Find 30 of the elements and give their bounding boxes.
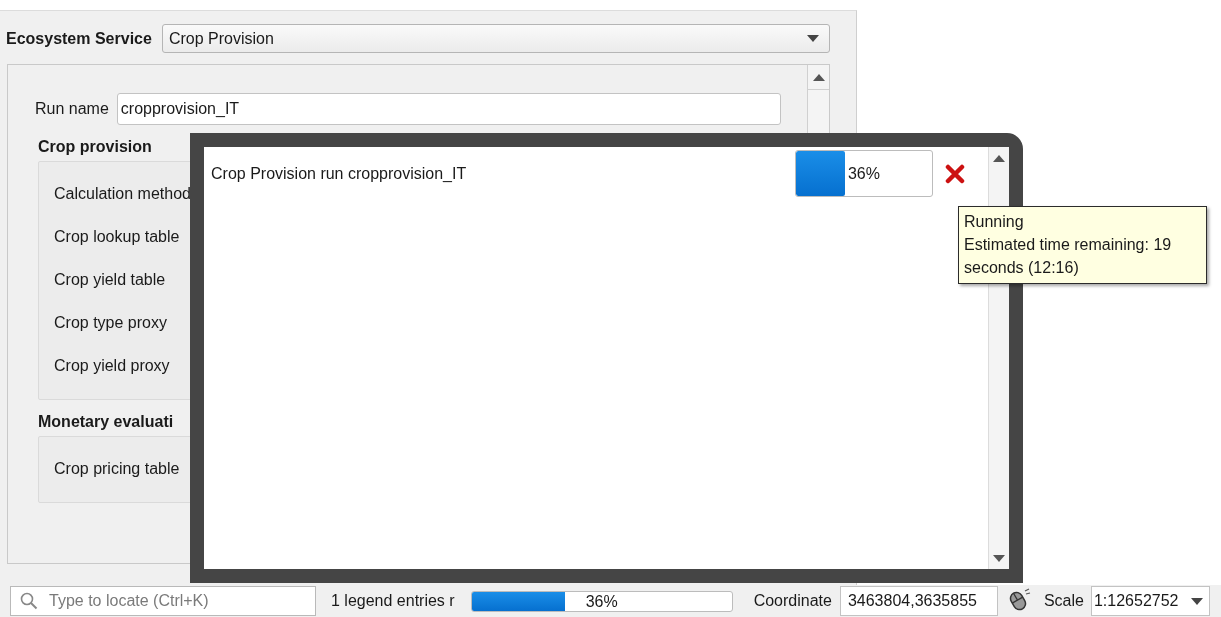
field-label: Crop pricing table (54, 459, 180, 478)
coordinate-label: Coordinate (753, 592, 832, 610)
search-icon (20, 592, 38, 610)
field-label: Ecosystem Service (6, 29, 152, 48)
dropdown-caret-icon (1190, 597, 1203, 605)
scroll-down-icon[interactable] (993, 554, 1005, 562)
field-label: Crop type proxy (54, 313, 167, 332)
scroll-up-icon[interactable] (812, 73, 825, 81)
scale-dropdown[interactable]: 1:12652752 (1090, 586, 1210, 616)
field-label: Calculation method (54, 184, 191, 203)
progress-reading: 36% (584, 591, 619, 611)
section-title: Monetary evaluati (38, 413, 175, 431)
tooltip-text: Estimated time remaining: 19 seconds (12:16) (964, 235, 1173, 278)
field-label: Run name (35, 100, 109, 118)
field-label: Crop yield table (54, 270, 166, 289)
field-label: Crop lookup table (54, 227, 180, 246)
progress-reading: 36% (846, 164, 880, 183)
task-name: Crop Provision run cropprovision_IT (211, 164, 468, 183)
section-title: Crop provision (38, 138, 153, 156)
coordinate-field[interactable]: 3463804,3635855 (839, 586, 998, 616)
scroll-up-icon[interactable] (993, 154, 1005, 162)
dropdown-caret-icon (807, 35, 819, 42)
tooltip-title: Running (964, 212, 1025, 232)
field-label: Crop yield proxy (54, 356, 170, 375)
service-dropdown[interactable]: Crop Provision (161, 24, 830, 53)
scale-label: Scale (1043, 592, 1084, 610)
cancel-icon[interactable] (945, 163, 965, 184)
run-name-field[interactable]: cropprovision_IT (116, 93, 781, 125)
locate-search-field[interactable]: Type to locate (Ctrl+K) (10, 586, 316, 616)
status-message: 1 legend entries r (331, 592, 455, 610)
